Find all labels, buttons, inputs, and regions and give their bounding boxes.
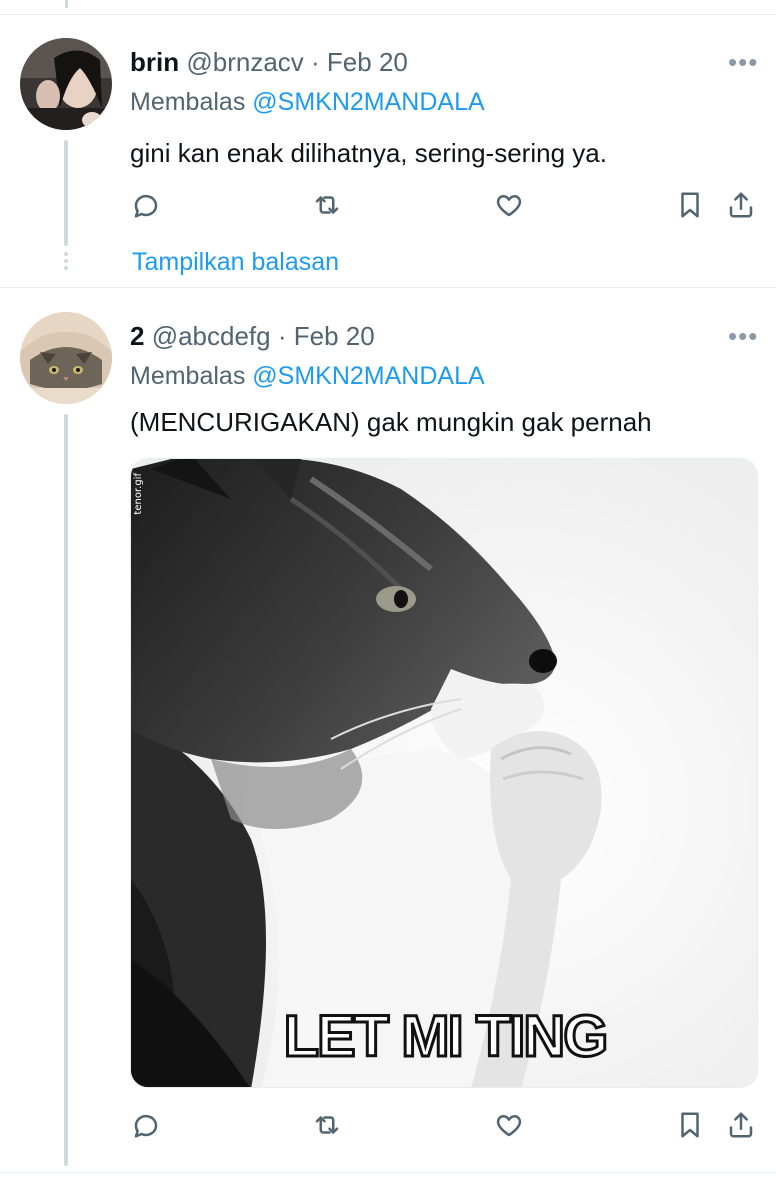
bookmark-button[interactable] [673,188,707,222]
divider [0,1172,776,1173]
reply-icon [134,1114,158,1138]
action-bar [0,1108,776,1148]
thread-line [64,414,68,1166]
user-handle[interactable]: @abcdefg [152,321,271,351]
retweet-icon [315,196,339,214]
media-watermark: tenor.gif [133,473,144,515]
share-button[interactable] [724,1108,758,1142]
like-button[interactable] [492,188,526,222]
action-bar [0,188,776,228]
reply-button[interactable] [129,188,163,222]
reply-prefix: Membalas [130,88,246,116]
divider [0,14,776,15]
display-name[interactable]: brin [130,47,179,77]
separator-dot: · [311,47,320,77]
share-icon [729,192,753,218]
retweet-button[interactable] [310,188,344,222]
thread-dots [64,252,68,273]
retweet-icon [315,1116,339,1134]
reply-prefix: Membalas [130,362,246,390]
bookmark-icon [681,192,699,218]
thread-line-top [65,0,68,8]
tweet-header: 2 @abcdefg · Feb 20 [130,320,375,352]
separator-dot: · [277,321,287,351]
user-handle[interactable]: @brnzacv [186,47,303,77]
like-icon [496,195,522,217]
tweet-date[interactable]: Feb 20 [294,321,375,351]
avatar-2[interactable] [20,312,112,404]
divider [0,287,776,288]
gif-caption: LET MI TING [282,1004,610,1069]
tweet-header: brin @brnzacv · Feb 20 [130,46,408,78]
retweet-button[interactable] [310,1108,344,1142]
reply-icon [134,194,158,218]
more-options-icon[interactable]: ••• [728,323,758,349]
show-replies-link[interactable]: Tampilkan balasan [132,246,339,278]
share-icon [729,1112,753,1138]
like-button[interactable] [492,1108,526,1142]
tweet-text: (MENCURIGAKAN) gak mungkin gak pernah [130,407,652,437]
avatar-brin[interactable] [20,38,112,130]
reply-context: Membalas @SMKN2MANDALA [130,86,485,118]
reply-context: Membalas @SMKN2MANDALA [130,360,485,392]
tweet-text: gini kan enak dilihatnya, sering-sering … [130,138,607,168]
more-options-icon[interactable]: ••• [728,49,758,75]
reply-mention[interactable]: @SMKN2MANDALA [252,88,484,116]
cat-gif-image [131,459,757,1087]
like-icon [496,1115,522,1137]
bookmark-button[interactable] [673,1108,707,1142]
reply-button[interactable] [129,1108,163,1142]
bookmark-icon [681,1112,699,1138]
tweet-date[interactable]: Feb 20 [327,47,408,77]
reply-mention[interactable]: @SMKN2MANDALA [252,362,484,390]
tweet-media-gif[interactable]: tenor.gif LET MI TING [130,458,758,1088]
share-button[interactable] [724,188,758,222]
display-name[interactable]: 2 [130,321,144,351]
